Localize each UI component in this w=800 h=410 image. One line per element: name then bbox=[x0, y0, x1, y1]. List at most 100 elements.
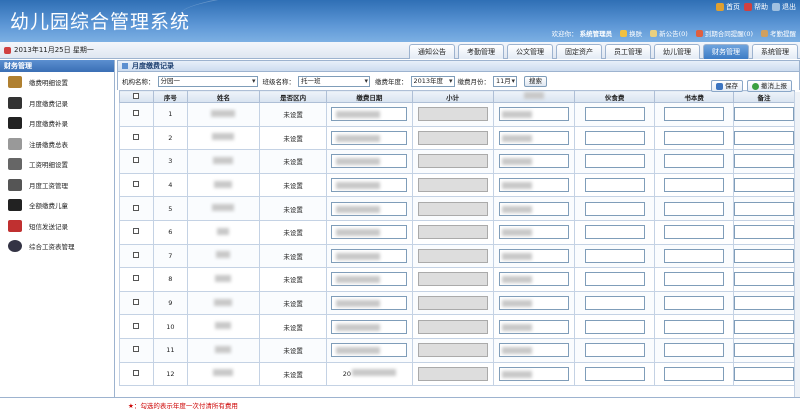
fee-input[interactable] bbox=[498, 319, 569, 334]
month-select[interactable]: 11月 bbox=[493, 75, 517, 87]
remark-input[interactable] bbox=[733, 319, 794, 334]
meal-fee-input[interactable] bbox=[584, 201, 645, 216]
row-checkbox[interactable] bbox=[133, 228, 140, 235]
row-checkbox[interactable] bbox=[133, 346, 140, 353]
sidebar-item-1[interactable]: 月度缴费记录 bbox=[0, 93, 114, 114]
meal-fee-input[interactable] bbox=[584, 343, 645, 358]
remark-input[interactable] bbox=[733, 178, 794, 193]
tab-4[interactable]: 员工管理 bbox=[605, 44, 651, 59]
fee-input[interactable] bbox=[498, 201, 569, 216]
top-link-2[interactable]: 退出 bbox=[772, 2, 796, 12]
book-fee-input[interactable] bbox=[664, 107, 725, 122]
fee-input[interactable] bbox=[498, 107, 569, 122]
remark-input[interactable] bbox=[733, 296, 794, 311]
meal-fee-input[interactable] bbox=[584, 130, 645, 145]
meal-fee-input[interactable] bbox=[584, 107, 645, 122]
row-checkbox[interactable] bbox=[133, 133, 140, 140]
row-checkbox[interactable] bbox=[133, 157, 140, 164]
top-link-1[interactable]: 帮助 bbox=[744, 2, 768, 12]
tab-1[interactable]: 考勤管理 bbox=[458, 44, 504, 59]
date-input[interactable] bbox=[331, 201, 408, 216]
fee-input[interactable] bbox=[498, 296, 569, 311]
user-bar-item-2[interactable]: 到期合同提醒(0) bbox=[695, 28, 753, 38]
date-input[interactable] bbox=[331, 107, 408, 122]
select-all-checkbox[interactable] bbox=[133, 92, 140, 99]
remark-input[interactable] bbox=[733, 248, 794, 263]
date-input[interactable] bbox=[331, 178, 408, 193]
sidebar-item-0[interactable]: 缴费明细设置 bbox=[0, 72, 114, 93]
revoke-report-button[interactable]: 撤消上报 bbox=[747, 80, 792, 92]
date-input[interactable] bbox=[331, 296, 408, 311]
meal-fee-input[interactable] bbox=[584, 319, 645, 334]
fee-input[interactable] bbox=[498, 130, 569, 145]
row-checkbox[interactable] bbox=[133, 181, 140, 188]
vertical-scrollbar[interactable] bbox=[794, 92, 800, 397]
class-select[interactable]: 托一班 bbox=[298, 75, 370, 87]
remark-input[interactable] bbox=[733, 154, 794, 169]
tab-0[interactable]: 通知公告 bbox=[409, 44, 455, 59]
tab-2[interactable]: 公文管理 bbox=[507, 44, 553, 59]
user-bar-item-1[interactable]: 新公告(0) bbox=[650, 28, 688, 38]
fee-input[interactable] bbox=[498, 272, 569, 287]
fee-input[interactable] bbox=[498, 178, 569, 193]
row-checkbox[interactable] bbox=[133, 322, 140, 329]
org-select[interactable]: 分园一 bbox=[157, 75, 258, 87]
remark-input[interactable] bbox=[733, 107, 794, 122]
tab-7[interactable]: 系统管理 bbox=[752, 44, 798, 59]
row-checkbox[interactable] bbox=[133, 369, 140, 376]
fee-input[interactable] bbox=[498, 343, 569, 358]
sidebar-item-5[interactable]: 月度工资管理 bbox=[0, 175, 114, 196]
book-fee-input[interactable] bbox=[664, 343, 725, 358]
book-fee-input[interactable] bbox=[664, 154, 725, 169]
book-fee-input[interactable] bbox=[664, 178, 725, 193]
top-link-0[interactable]: 首页 bbox=[716, 2, 740, 12]
fee-input[interactable] bbox=[498, 248, 569, 263]
year-select[interactable]: 2013年度 bbox=[410, 75, 455, 87]
row-checkbox[interactable] bbox=[133, 251, 140, 258]
search-button[interactable]: 搜索 bbox=[524, 75, 547, 87]
remark-input[interactable] bbox=[733, 272, 794, 287]
row-checkbox[interactable] bbox=[133, 275, 140, 282]
sidebar-item-7[interactable]: 短信发送记录 bbox=[0, 216, 114, 237]
meal-fee-input[interactable] bbox=[584, 225, 645, 240]
meal-fee-input[interactable] bbox=[584, 154, 645, 169]
tab-5[interactable]: 幼儿管理 bbox=[654, 44, 700, 59]
book-fee-input[interactable] bbox=[664, 319, 725, 334]
date-input[interactable] bbox=[331, 343, 408, 358]
meal-fee-input[interactable] bbox=[584, 296, 645, 311]
book-fee-input[interactable] bbox=[664, 201, 725, 216]
remark-input[interactable] bbox=[733, 201, 794, 216]
sidebar-item-2[interactable]: 月度缴费补录 bbox=[0, 113, 114, 134]
fee-input[interactable] bbox=[498, 225, 569, 240]
book-fee-input[interactable] bbox=[664, 366, 725, 381]
row-checkbox[interactable] bbox=[133, 110, 140, 117]
book-fee-input[interactable] bbox=[664, 296, 725, 311]
tab-6[interactable]: 财务管理 bbox=[703, 44, 749, 59]
sidebar-item-3[interactable]: 注册缴费总表 bbox=[0, 134, 114, 155]
row-checkbox[interactable] bbox=[133, 299, 140, 306]
sidebar-item-6[interactable]: 全额缴费儿童 bbox=[0, 195, 114, 216]
book-fee-input[interactable] bbox=[664, 130, 725, 145]
tab-3[interactable]: 固定资产 bbox=[556, 44, 602, 59]
date-input[interactable] bbox=[331, 272, 408, 287]
book-fee-input[interactable] bbox=[664, 272, 725, 287]
sidebar-item-4[interactable]: 工资明细设置 bbox=[0, 154, 114, 175]
meal-fee-input[interactable] bbox=[584, 272, 645, 287]
date-input[interactable] bbox=[331, 248, 408, 263]
meal-fee-input[interactable] bbox=[584, 366, 645, 381]
user-bar-item-0[interactable]: 换肤 bbox=[620, 28, 642, 38]
row-checkbox[interactable] bbox=[133, 204, 140, 211]
fee-input[interactable] bbox=[498, 366, 569, 381]
remark-input[interactable] bbox=[733, 366, 794, 381]
date-input[interactable] bbox=[331, 319, 408, 334]
save-button[interactable]: 保存 bbox=[711, 80, 743, 92]
sidebar-item-8[interactable]: 综合工资表管理 bbox=[0, 236, 114, 257]
book-fee-input[interactable] bbox=[664, 225, 725, 240]
meal-fee-input[interactable] bbox=[584, 248, 645, 263]
user-bar-item-3[interactable]: 考勤提醒 bbox=[761, 28, 796, 38]
date-input[interactable] bbox=[331, 130, 408, 145]
fee-input[interactable] bbox=[498, 154, 569, 169]
remark-input[interactable] bbox=[733, 343, 794, 358]
date-input[interactable] bbox=[331, 154, 408, 169]
remark-input[interactable] bbox=[733, 225, 794, 240]
